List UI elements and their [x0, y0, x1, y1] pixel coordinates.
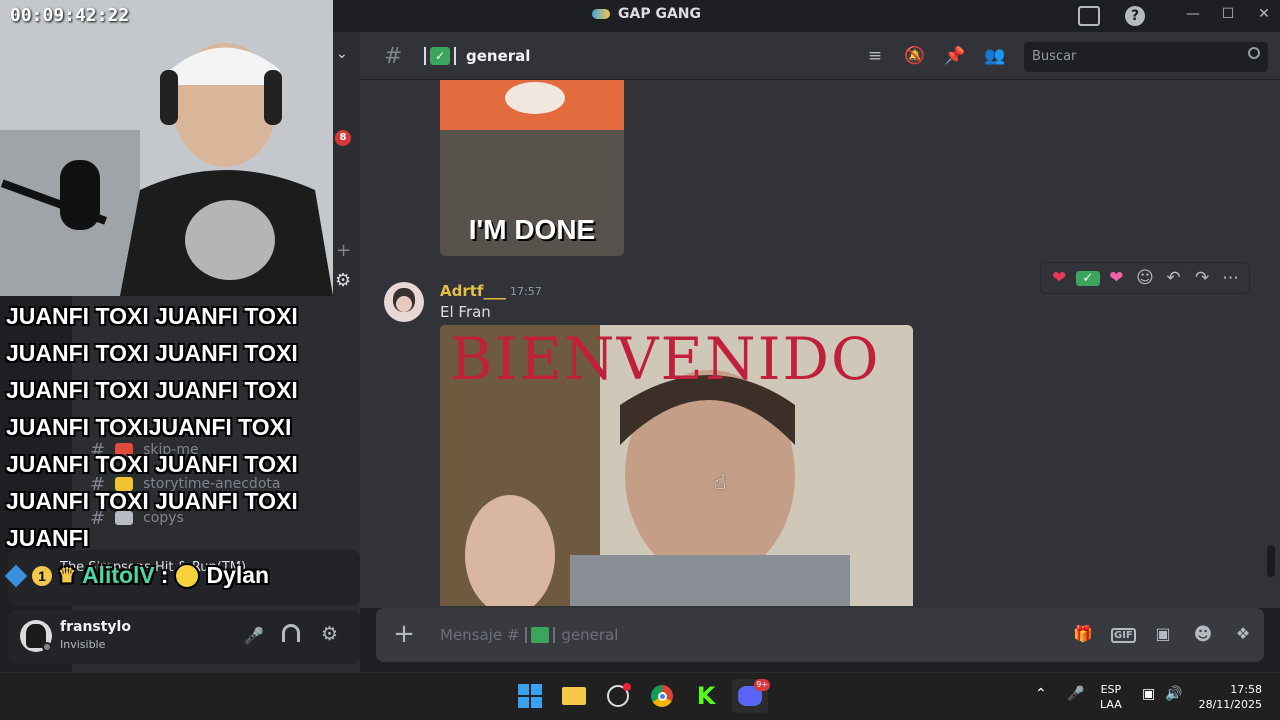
gift-icon[interactable]: 🎁: [1071, 624, 1095, 648]
badge-count: 1: [32, 565, 52, 586]
stream-chat-overlay: JUANFI TOXI JUANFI TOXI JUANFI TOXI JUAN…: [6, 298, 326, 557]
scrollbar-thumb[interactable]: [1267, 545, 1275, 577]
more-options-icon[interactable]: ⋯: [1219, 268, 1243, 288]
stream-timer: 00:09:42:22: [10, 5, 130, 26]
pink-heart-reaction-icon[interactable]: ❤: [1104, 268, 1128, 288]
message-text: El Fran: [440, 303, 491, 321]
show-hidden-icons-chevron-icon[interactable]: ⌃: [1035, 686, 1047, 702]
channel-hash-icon: #: [384, 44, 403, 69]
discord-notification-badge: 9+: [754, 679, 770, 691]
inbox-icon[interactable]: [1078, 6, 1100, 26]
file-explorer-icon[interactable]: [556, 679, 592, 713]
volume-icon[interactable]: 🔊: [1165, 686, 1182, 702]
check-reaction-icon[interactable]: ✓: [1075, 270, 1100, 286]
chat-message-text: Dylan: [206, 562, 270, 588]
emoji-icon[interactable]: ☻: [1191, 624, 1215, 648]
stream-chat-message: 1 ♛ AlitolV : Dylan: [4, 562, 270, 589]
webcam-overlay: [0, 0, 333, 296]
badge-cube-icon: [4, 564, 28, 587]
microphone-tray-icon[interactable]: 🎤: [1067, 686, 1084, 702]
heart-sparkle-reaction-icon[interactable]: ❤: [1047, 268, 1071, 288]
window-title: GAP GANG: [592, 6, 701, 22]
message-timestamp: 17:57: [510, 285, 542, 298]
close-button[interactable]: ✕: [1249, 6, 1279, 26]
user-status: Invisible: [60, 638, 106, 651]
gif-icon[interactable]: GIF: [1111, 624, 1136, 648]
status-dot: [42, 642, 52, 652]
settings-gear-icon[interactable]: ⚙: [335, 270, 351, 291]
sticker-icon[interactable]: ▣: [1151, 624, 1175, 648]
threads-icon[interactable]: ≡: [864, 46, 886, 68]
chat-line: JUANFI TOXI JUANFI TOXI: [6, 340, 298, 366]
pin-icon[interactable]: 📌: [944, 46, 966, 68]
add-channel-icon[interactable]: +: [336, 240, 351, 261]
message-action-bar: ❤ ✓ ❤ ☺ ↶ ↷ ⋯: [1040, 262, 1250, 294]
message-input[interactable]: Mensaje # general: [440, 626, 1000, 644]
crown-icon: ♛: [58, 565, 76, 587]
hand-cursor-icon: ☝: [714, 470, 727, 494]
server-logo-icon: [592, 9, 610, 19]
webcam-feed-image: [0, 0, 333, 296]
gif-caption: I'M DONE: [468, 214, 596, 245]
language-indicator[interactable]: ESP LAA: [1100, 682, 1122, 712]
gif-caption: BIENVENIDO: [450, 325, 881, 393]
search-input[interactable]: Buscar: [1024, 42, 1268, 72]
channel-name: general: [466, 47, 531, 65]
chat-line: JUANFI TOXI JUANFI TOXI: [6, 377, 298, 403]
windows-start-icon[interactable]: [512, 679, 548, 713]
apps-icon[interactable]: ❖: [1231, 624, 1255, 648]
channel-emoji-icon: ✓: [424, 47, 456, 65]
add-reaction-icon[interactable]: ☺: [1133, 268, 1157, 288]
smiley-emote-icon: [174, 562, 201, 589]
member-list-icon[interactable]: 👥: [984, 46, 1006, 68]
chat-line: JUANFI TOXIJUANFI TOXI: [6, 414, 292, 440]
reply-icon[interactable]: ↶: [1162, 268, 1186, 288]
headphones-icon[interactable]: [282, 624, 300, 642]
chat-line: JUANFI: [6, 525, 90, 551]
chat-line: JUANFI TOXI JUANFI TOXI: [6, 488, 298, 514]
upload-plus-icon[interactable]: +: [392, 620, 416, 648]
chat-separator: :: [160, 562, 169, 588]
chrome-icon[interactable]: [644, 679, 680, 713]
username: franstylo: [60, 619, 131, 635]
search-icon: [1248, 47, 1260, 59]
message-author[interactable]: Adrtf___: [440, 282, 506, 300]
chat-line: JUANFI TOXI JUANFI TOXI: [6, 303, 298, 329]
mute-bell-icon[interactable]: 🔕: [904, 46, 926, 68]
chat-username: AlitolV: [81, 562, 155, 588]
channel-emoji-icon: [525, 627, 556, 643]
minimize-button[interactable]: —: [1178, 6, 1208, 26]
help-icon[interactable]: ?: [1125, 6, 1145, 26]
kick-icon[interactable]: K: [688, 679, 724, 713]
maximize-button[interactable]: ☐: [1213, 6, 1243, 26]
user-settings-gear-icon[interactable]: ⚙: [321, 623, 338, 645]
network-icon[interactable]: ▣: [1142, 686, 1155, 702]
system-clock[interactable]: 17:58 28/11/2025: [1196, 682, 1262, 712]
server-dropdown-chevron-icon[interactable]: ⌄: [336, 46, 348, 62]
notification-badge: 8: [335, 130, 351, 146]
windows-logo: [518, 684, 542, 708]
taskbar: [0, 672, 1280, 720]
forward-icon[interactable]: ↷: [1190, 268, 1214, 288]
discord-icon[interactable]: 9+: [732, 679, 770, 713]
chat-line: JUANFI TOXI JUANFI TOXI: [6, 451, 298, 477]
microphone-icon[interactable]: 🎤: [244, 626, 264, 645]
obs-icon[interactable]: [600, 679, 636, 713]
avatar[interactable]: [384, 282, 424, 322]
